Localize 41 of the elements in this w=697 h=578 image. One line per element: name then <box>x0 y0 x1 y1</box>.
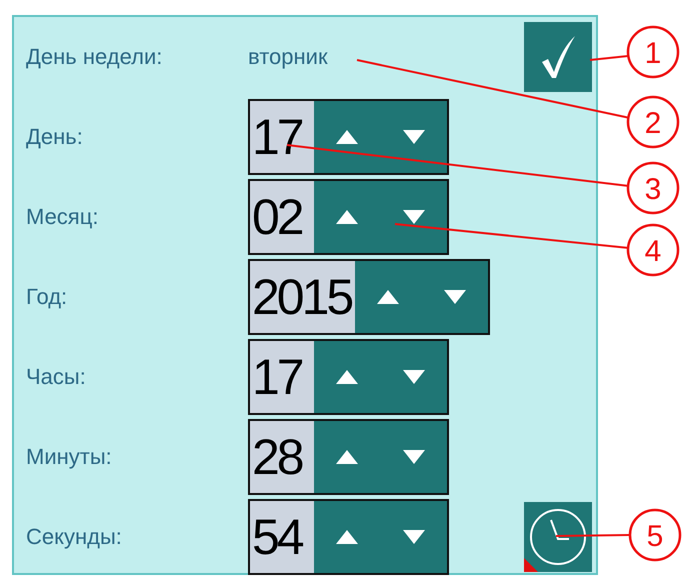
down-arrow-icon <box>402 370 425 384</box>
number-spinner[interactable]: 17 <box>248 339 449 415</box>
spinner-value: 17 <box>250 341 314 413</box>
field-label: Месяц: <box>26 204 100 230</box>
down-arrow-icon <box>402 530 425 544</box>
field-label: Секунды: <box>26 524 123 550</box>
spinner-value: 02 <box>250 181 314 253</box>
down-arrow-icon <box>402 130 425 144</box>
clock-icon <box>529 508 587 566</box>
number-spinner[interactable]: 2015 <box>248 259 490 335</box>
callout-marker: 1 <box>626 26 680 78</box>
up-arrow-icon <box>377 290 400 304</box>
up-arrow-icon <box>336 450 358 464</box>
spinner-value: 17 <box>250 101 314 173</box>
field-label: День недели: <box>26 44 164 70</box>
down-arrow-icon <box>402 450 425 464</box>
number-spinner[interactable]: 02 <box>248 179 449 255</box>
callout-marker: 2 <box>626 96 680 148</box>
up-arrow-icon <box>336 370 358 384</box>
number-spinner[interactable]: 28 <box>248 419 449 495</box>
clock-button[interactable] <box>524 502 592 572</box>
callout-marker: 5 <box>628 508 682 562</box>
up-arrow-icon <box>336 530 358 544</box>
field-label: Минуты: <box>26 444 113 470</box>
up-arrow-icon <box>336 210 358 224</box>
callout-marker: 3 <box>626 162 680 214</box>
up-arrow-icon <box>336 130 358 144</box>
number-spinner[interactable]: 17 <box>248 99 449 175</box>
field-label: Часы: <box>26 364 87 390</box>
number-spinner[interactable]: 54 <box>248 499 449 575</box>
spinner-value: 28 <box>250 421 314 493</box>
callout-marker: 4 <box>626 224 680 276</box>
down-arrow-icon <box>402 210 425 224</box>
down-arrow-icon <box>444 290 466 304</box>
field-label: Год: <box>26 284 68 310</box>
corner-marker-icon <box>524 558 538 572</box>
field-label: День: <box>26 124 84 150</box>
spinner-value: 54 <box>250 501 314 573</box>
spinner-value: 2015 <box>250 261 356 333</box>
confirm-button[interactable] <box>524 22 592 92</box>
weekday-value: вторник <box>248 44 328 70</box>
